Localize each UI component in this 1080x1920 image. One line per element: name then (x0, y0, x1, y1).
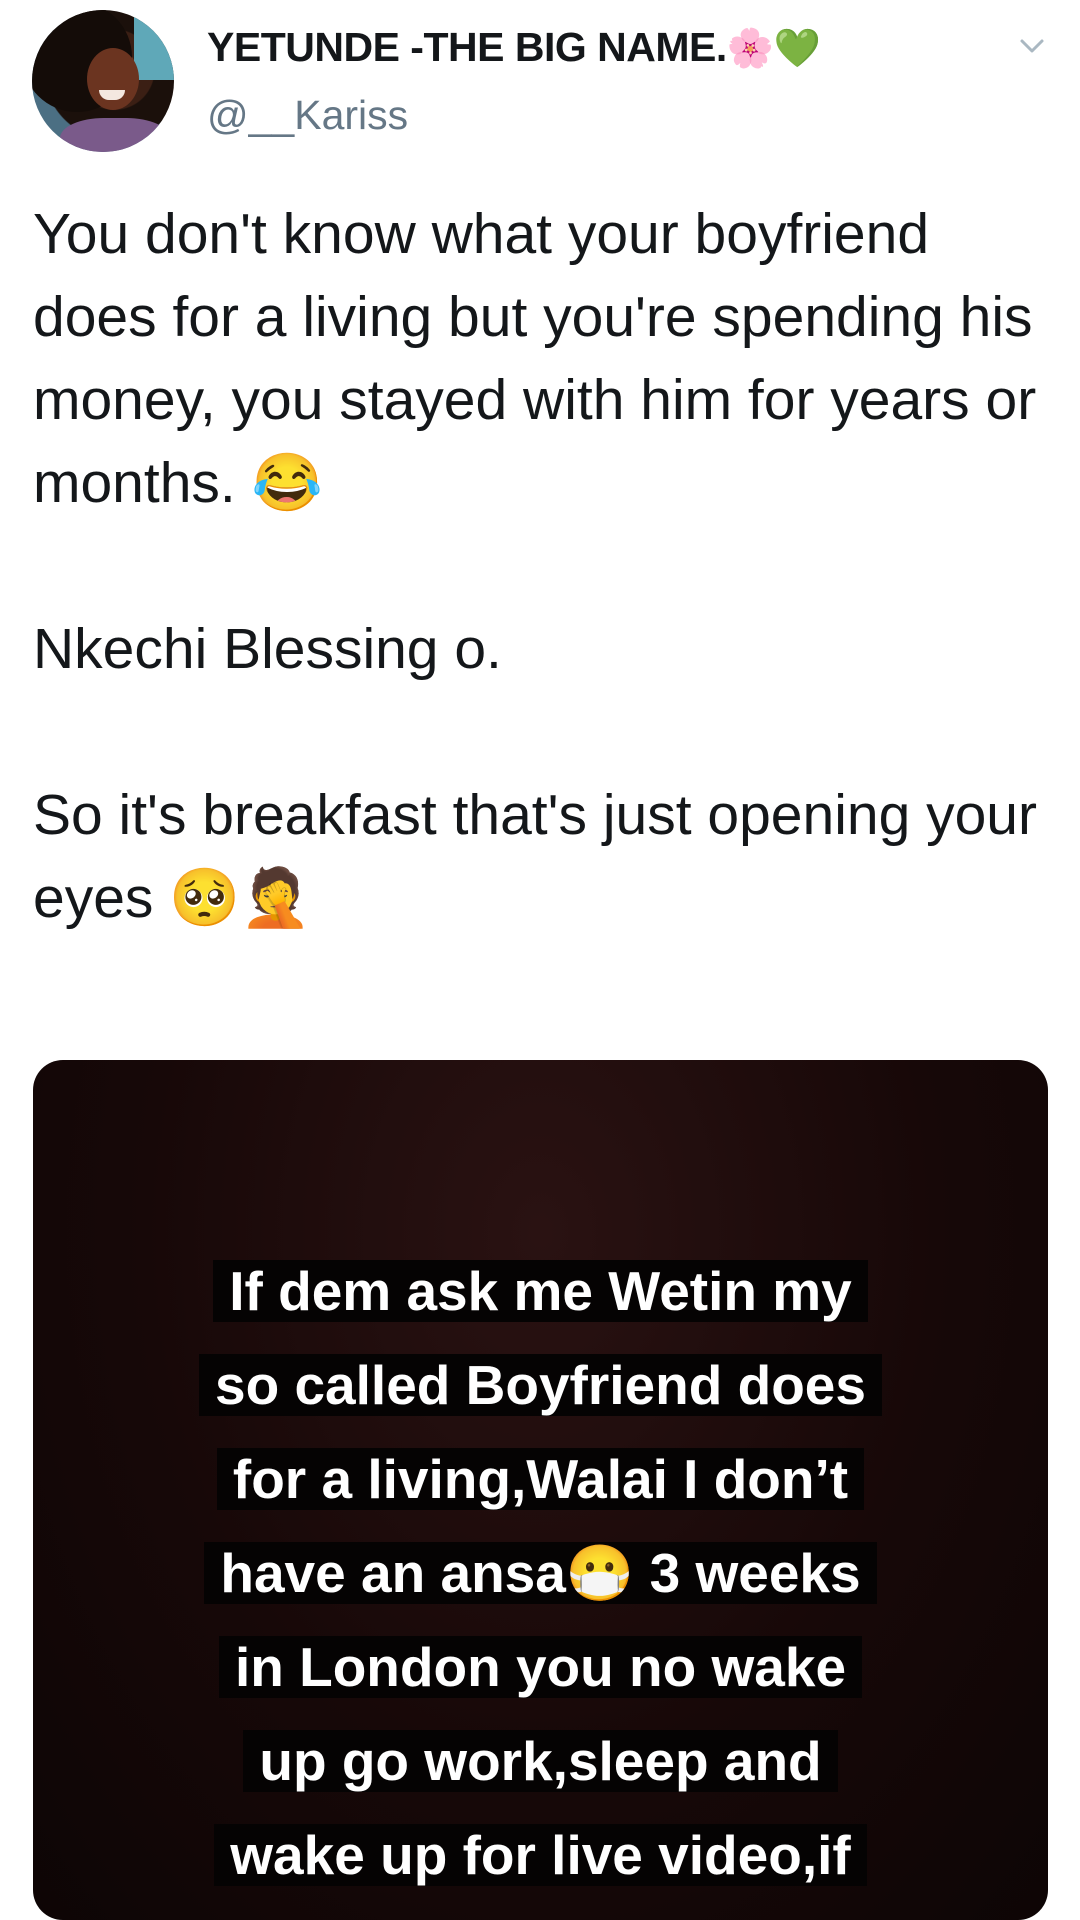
tweet-paragraph: Nkechi Blessing o. (33, 617, 502, 681)
tweet-text: You don't know what your boyfriend does … (33, 193, 1043, 940)
display-name-text: YETUNDE -THE BIG NAME. (207, 24, 727, 70)
tweet-media-image[interactable]: If dem ask me Wetin my so called Boyfrie… (33, 1060, 1048, 1920)
author-avatar[interactable] (32, 10, 174, 152)
caption-line: up go work,sleep and (243, 1730, 838, 1792)
display-name-emojis: 🌸💚 (726, 26, 821, 70)
author-display-name[interactable]: YETUNDE -THE BIG NAME.🌸💚 (207, 24, 821, 71)
tweet-header: YETUNDE -THE BIG NAME.🌸💚 @__Kariss (0, 0, 1080, 170)
caption-line: have an ansa😷 3 weeks (204, 1542, 877, 1604)
tweet-paragraph: You don't know what your boyfriend does … (33, 202, 1037, 515)
chevron-down-icon[interactable] (1016, 30, 1048, 62)
caption-line: for a living,Walai I don’t (216, 1448, 865, 1510)
media-caption: If dem ask me Wetin my so called Boyfrie… (103, 1244, 978, 1902)
caption-line: so called Boyfriend does (198, 1354, 882, 1416)
caption-line: wake up for live video,if (214, 1824, 867, 1886)
author-handle[interactable]: @__Kariss (207, 92, 408, 139)
caption-line: in London you no wake (218, 1636, 863, 1698)
tweet-paragraph: So it's breakfast that's just opening yo… (33, 783, 1037, 930)
caption-line: If dem ask me Wetin my (213, 1260, 868, 1322)
